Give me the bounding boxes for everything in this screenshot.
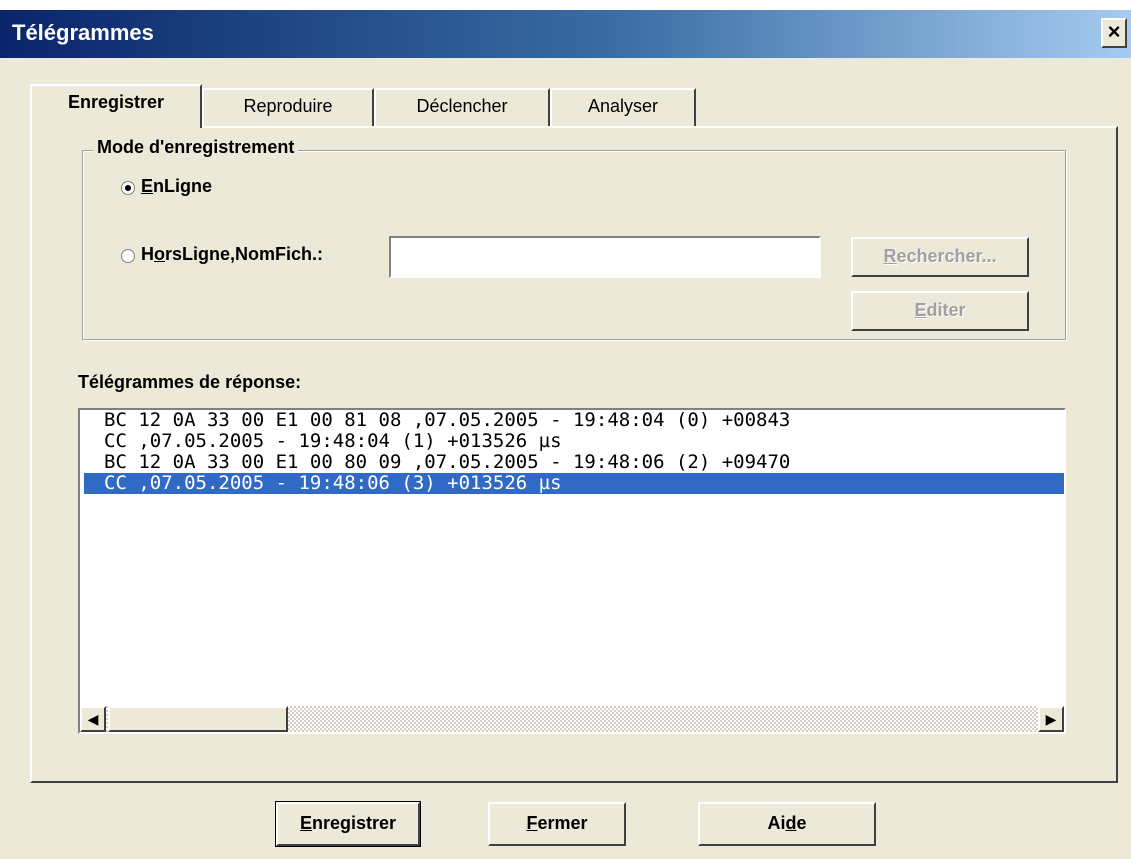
responses-label: Télégrammes de réponse:: [78, 372, 302, 392]
scroll-right-button[interactable]: ▶: [1038, 706, 1064, 732]
list-item-selected[interactable]: CC ,07.05.2005 - 19:48:06 (3) +013526 µs: [84, 473, 1064, 494]
close-button[interactable]: ×: [1101, 18, 1127, 48]
close-icon: ×: [1107, 19, 1121, 44]
record-mode-group: Mode d'enregistrement EnLigne HorsLigne,…: [82, 137, 1066, 340]
responses-list: BC 12 0A 33 00 E1 00 81 08 ,07.05.2005 -…: [84, 410, 1064, 494]
scroll-left-button[interactable]: ◀: [80, 706, 106, 732]
tab-reproduire[interactable]: Reproduire: [202, 88, 374, 126]
list-item[interactable]: BC 12 0A 33 00 E1 00 81 08 ,07.05.2005 -…: [84, 410, 1064, 431]
record-button[interactable]: Enregistrer: [275, 801, 421, 847]
online-radio-label[interactable]: EnLigne: [141, 176, 212, 197]
offline-radio-label[interactable]: HorsLigne,NomFich.:: [141, 244, 323, 265]
horizontal-scrollbar[interactable]: ◀ ▶: [80, 706, 1064, 732]
radio-selected-dot: [125, 185, 131, 191]
search-button[interactable]: Rechercher...: [851, 237, 1029, 277]
scrollbar-thumb[interactable]: [108, 706, 288, 732]
list-item[interactable]: CC ,07.05.2005 - 19:48:04 (1) +013526 µs: [84, 431, 1064, 452]
online-radio[interactable]: [121, 181, 135, 195]
window-title: Télégrammes: [12, 20, 154, 45]
help-button[interactable]: Aide: [698, 802, 876, 846]
window-top-edge: [0, 0, 1131, 10]
tab-analyser[interactable]: Analyser: [550, 88, 696, 126]
list-item[interactable]: BC 12 0A 33 00 E1 00 80 09 ,07.05.2005 -…: [84, 452, 1064, 473]
tab-panel-enregistrer: Mode d'enregistrement EnLigne HorsLigne,…: [30, 126, 1118, 783]
close-dialog-button[interactable]: Fermer: [488, 802, 626, 846]
tab-declencher[interactable]: Déclencher: [374, 88, 550, 126]
responses-listbox[interactable]: BC 12 0A 33 00 E1 00 81 08 ,07.05.2005 -…: [78, 408, 1066, 734]
title-bar[interactable]: Télégrammes ×: [0, 10, 1131, 58]
triangle-right-icon: ▶: [1045, 711, 1057, 727]
filename-input[interactable]: [389, 236, 821, 278]
record-mode-legend: Mode d'enregistrement: [93, 137, 299, 158]
edit-button[interactable]: Editer: [851, 291, 1029, 331]
triangle-left-icon: ◀: [87, 711, 99, 727]
tab-enregistrer[interactable]: Enregistrer: [30, 84, 202, 128]
offline-radio[interactable]: [121, 249, 135, 263]
